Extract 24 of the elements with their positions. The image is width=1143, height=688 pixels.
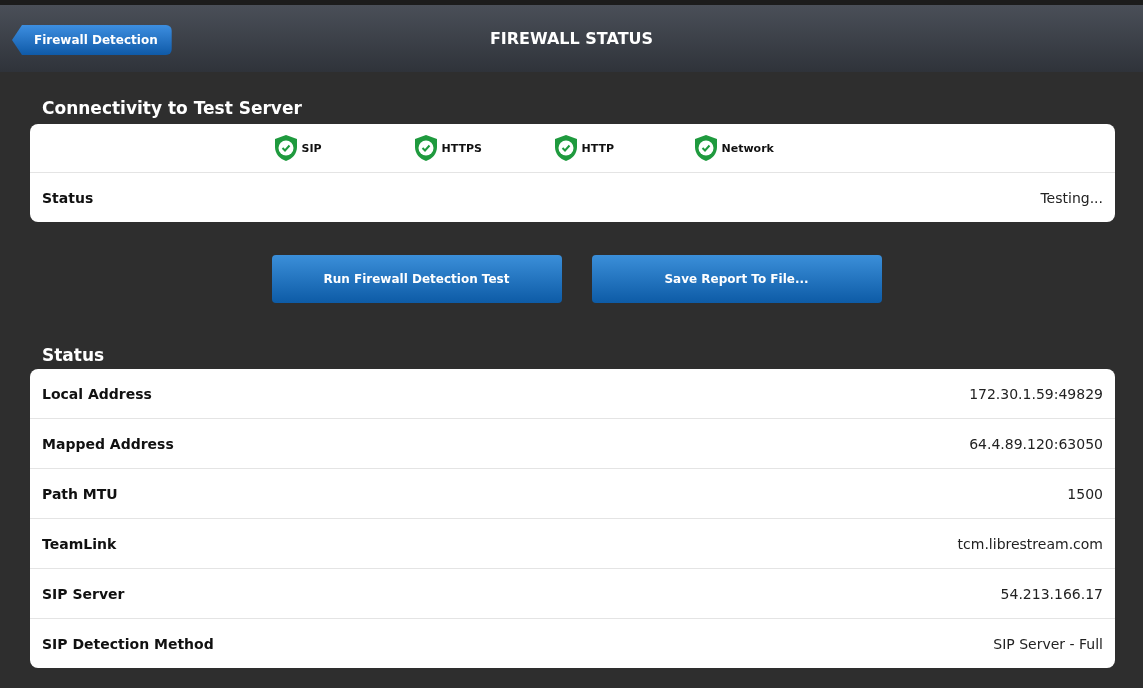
check-label: HTTPS: [441, 141, 482, 155]
row-value: tcm.librestream.com: [957, 535, 1103, 552]
row-value: 64.4.89.120:63050: [969, 435, 1103, 452]
row-label: Status: [42, 189, 94, 206]
action-button[interactable]: Save Report To File...: [591, 255, 882, 303]
row-label: Mapped Address: [42, 435, 174, 452]
row-label: Local Address: [42, 385, 152, 402]
action-button[interactable]: Run Firewall Detection Test: [271, 255, 562, 303]
check-label: HTTP: [581, 141, 615, 155]
row-value: Testing...: [1040, 189, 1103, 206]
check-label: Network: [721, 141, 774, 155]
row-value: 54.213.166.17: [1000, 585, 1103, 602]
section-heading: Connectivity to Test Server: [41, 97, 303, 120]
back-button[interactable]: Firewall Detection: [12, 25, 172, 55]
check-label: SIP: [301, 141, 322, 155]
row-value: 172.30.1.59:49829: [969, 385, 1103, 402]
section-heading: Status: [41, 344, 106, 367]
row-value: SIP Server - Full: [993, 635, 1103, 652]
row-label: SIP Detection Method: [42, 635, 214, 652]
screen-title: FIREWALL STATUS: [489, 29, 654, 48]
row-label: Path MTU: [42, 485, 118, 502]
row-label: TeamLink: [42, 535, 117, 552]
row-label: SIP Server: [42, 585, 125, 602]
row-value: 1500: [1067, 485, 1103, 502]
